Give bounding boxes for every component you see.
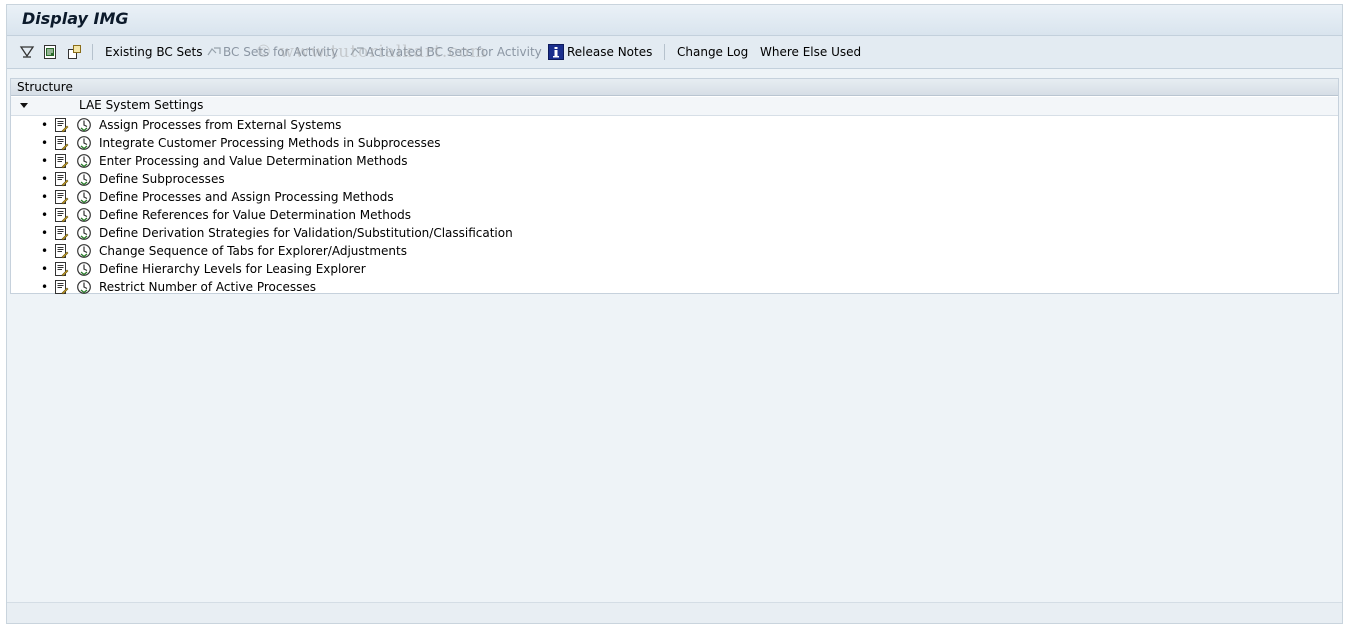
- documentation-icon[interactable]: [53, 261, 69, 277]
- execute-activity-icon[interactable]: [76, 243, 92, 259]
- execute-activity-icon[interactable]: [76, 189, 92, 205]
- tree-bullet: •: [41, 226, 49, 240]
- tree-node[interactable]: • Integrate Customer Processing Methods i…: [11, 134, 1338, 152]
- tree-node[interactable]: • Enter Processing and Value Determinatio…: [11, 152, 1338, 170]
- page-title: Display IMG: [22, 9, 129, 28]
- collapse-triangle-icon[interactable]: [19, 100, 29, 110]
- tree-node[interactable]: • Define Derivation Strategies for Valida…: [11, 224, 1338, 242]
- display-object-icon[interactable]: [66, 44, 82, 60]
- structure-column-label: Structure: [17, 80, 73, 94]
- tree-bullet: •: [41, 118, 49, 132]
- tree-node[interactable]: • Define Hierarchy Levels for Leasing Exp…: [11, 260, 1338, 278]
- tree-bullet: •: [41, 208, 49, 222]
- toolbar-separator: [92, 44, 93, 60]
- tree-node[interactable]: • Change Sequence of Tabs for Explorer/Ad…: [11, 242, 1338, 260]
- main-window: Display IMG Existing BC Sets BC Sets for…: [6, 4, 1343, 624]
- tree-node[interactable]: • Define Subprocesses: [11, 170, 1338, 188]
- application-toolbar: Existing BC Sets BC Sets for Activity Ac…: [7, 36, 1342, 69]
- toolbar-separator: [664, 44, 665, 60]
- tree-node-label[interactable]: Change Sequence of Tabs for Explorer/Adj…: [99, 244, 407, 258]
- documentation-icon[interactable]: [53, 207, 69, 223]
- documentation-icon[interactable]: [53, 171, 69, 187]
- tree-column-header: Structure: [11, 79, 1338, 96]
- execute-activity-icon[interactable]: [76, 225, 92, 241]
- bc-sets-for-activity-label: BC Sets for Activity: [223, 45, 339, 59]
- tree-node-label[interactable]: Assign Processes from External Systems: [99, 118, 341, 132]
- tree-bullet: •: [41, 190, 49, 204]
- tree-bullet: •: [41, 280, 49, 294]
- change-log-button[interactable]: Change Log: [677, 36, 748, 68]
- tree-root-label: LAE System Settings: [79, 98, 204, 112]
- release-notes-label: Release Notes: [567, 45, 653, 59]
- tree-node[interactable]: • Define References for Value Determinati…: [11, 206, 1338, 224]
- status-area: [7, 602, 1342, 623]
- execute-activity-icon[interactable]: [76, 117, 92, 133]
- tree-node-label[interactable]: Define Subprocesses: [99, 172, 225, 186]
- where-else-used-button[interactable]: Where Else Used: [760, 36, 861, 68]
- tree-node[interactable]: • Restrict Number of Active Processes: [11, 278, 1338, 296]
- tree-node[interactable]: • Define Processes and Assign Processing …: [11, 188, 1338, 206]
- documentation-icon[interactable]: [53, 225, 69, 241]
- tree-node-label[interactable]: Define References for Value Determinatio…: [99, 208, 411, 222]
- activated-bc-sets-label: Activated BC Sets for Activity: [366, 45, 542, 59]
- title-bar: Display IMG: [7, 5, 1342, 36]
- execute-activity-icon[interactable]: [76, 279, 92, 295]
- tree-bullet: •: [41, 262, 49, 276]
- documentation-icon[interactable]: [53, 189, 69, 205]
- tree-node-label[interactable]: Define Hierarchy Levels for Leasing Expl…: [99, 262, 366, 276]
- tree-node-label[interactable]: Define Derivation Strategies for Validat…: [99, 226, 513, 240]
- execute-activity-icon[interactable]: [76, 207, 92, 223]
- tree-node-label[interactable]: Enter Processing and Value Determination…: [99, 154, 408, 168]
- tree-root-node[interactable]: LAE System Settings: [11, 97, 1338, 116]
- info-icon: [548, 44, 564, 60]
- tree-bullet: •: [41, 136, 49, 150]
- tree-node-label[interactable]: Restrict Number of Active Processes: [99, 280, 316, 294]
- execute-activity-icon[interactable]: [76, 171, 92, 187]
- tree-node-label[interactable]: Define Processes and Assign Processing M…: [99, 190, 394, 204]
- documentation-icon[interactable]: [53, 117, 69, 133]
- tree-bullet: •: [41, 172, 49, 186]
- execute-activity-icon[interactable]: [76, 261, 92, 277]
- existing-bc-sets-button[interactable]: Existing BC Sets: [105, 36, 203, 68]
- execute-activity-icon[interactable]: [76, 135, 92, 151]
- documentation-icon[interactable]: [42, 44, 58, 60]
- documentation-icon[interactable]: [53, 243, 69, 259]
- activated-bc-set-icon: [350, 47, 364, 56]
- documentation-icon[interactable]: [53, 279, 69, 295]
- tree-bullet: •: [41, 244, 49, 258]
- expand-subtree-icon[interactable]: [19, 44, 35, 60]
- bc-set-icon: [207, 47, 221, 56]
- documentation-icon[interactable]: [53, 135, 69, 151]
- tree-node[interactable]: • Assign Processes from External Systems: [11, 116, 1338, 134]
- tree-node-label[interactable]: Integrate Customer Processing Methods in…: [99, 136, 440, 150]
- execute-activity-icon[interactable]: [76, 153, 92, 169]
- documentation-icon[interactable]: [53, 153, 69, 169]
- structure-tree: Structure LAE System Settings • Assign Pr…: [10, 78, 1339, 296]
- tree-bullet: •: [41, 154, 49, 168]
